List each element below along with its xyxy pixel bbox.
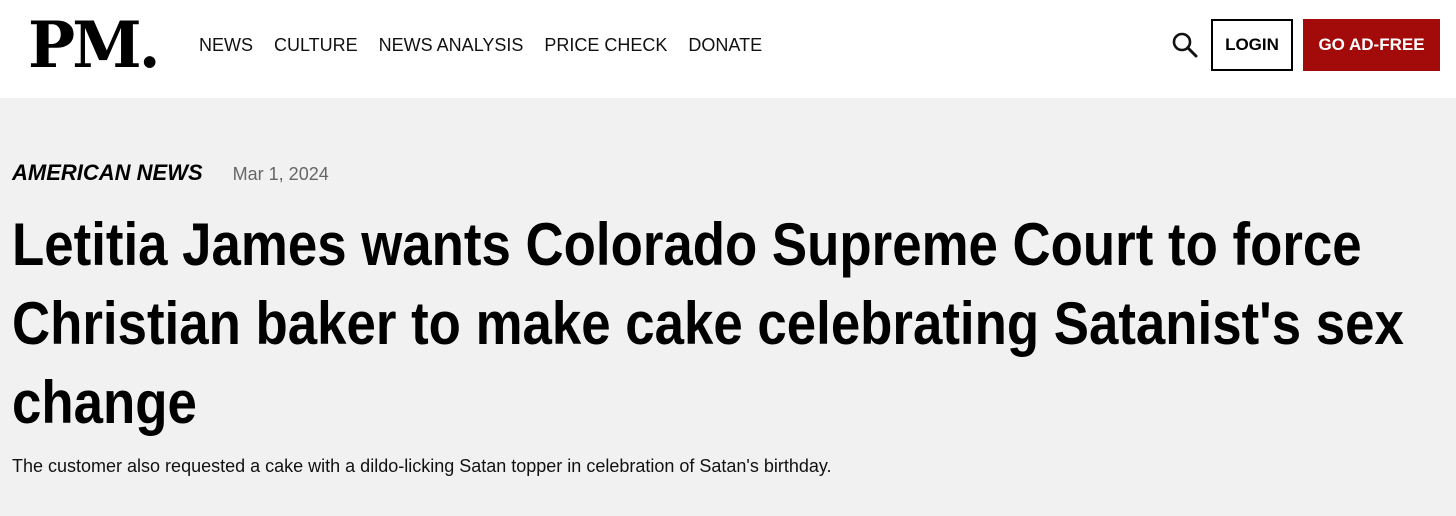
go-ad-free-button[interactable]: GO AD-FREE [1303, 19, 1440, 71]
article-subtitle: The customer also requested a cake with … [12, 456, 832, 476]
nav-item-culture[interactable]: CULTURE [274, 33, 358, 57]
nav-item-donate[interactable]: DONATE [688, 33, 762, 57]
login-button[interactable]: LOGIN [1211, 19, 1293, 71]
nav-item-price-check[interactable]: PRICE CHECK [544, 33, 667, 57]
main-nav: NEWS CULTURE NEWS ANALYSIS PRICE CHECK D… [199, 33, 762, 57]
nav-item-news[interactable]: NEWS [199, 33, 253, 57]
article-meta: AMERICAN NEWS Mar 1, 2024 [12, 160, 329, 186]
article-category[interactable]: AMERICAN NEWS [12, 160, 203, 186]
nav-item-news-analysis[interactable]: NEWS ANALYSIS [379, 33, 524, 57]
site-logo[interactable]: PM. [28, 4, 161, 88]
article-date: Mar 1, 2024 [232, 164, 329, 184]
search-icon[interactable] [1171, 31, 1199, 59]
article-headline: Letitia James wants Colorado Supreme Cou… [12, 211, 1404, 436]
site-header: PM. NEWS CULTURE NEWS ANALYSIS PRICE CHE… [0, 0, 1456, 98]
